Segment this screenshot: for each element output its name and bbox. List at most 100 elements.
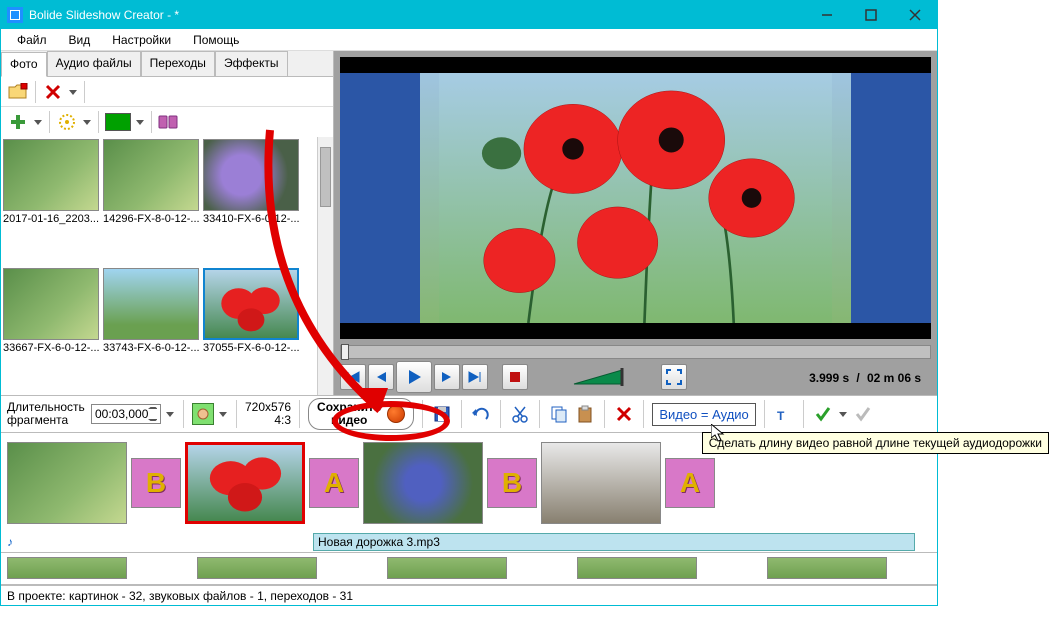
thumb-item[interactable]: 33743-FX-6-0-12-... (103, 268, 199, 393)
effect-icon[interactable] (56, 111, 78, 133)
separator (35, 81, 36, 103)
effect-dropdown[interactable] (82, 118, 92, 126)
tab-transitions[interactable]: Переходы (141, 51, 215, 76)
thumb-caption: 33743-FX-6-0-12-... (103, 340, 199, 354)
separator (803, 400, 804, 428)
clip[interactable] (7, 442, 127, 524)
separator (98, 111, 99, 133)
add-icon[interactable] (7, 111, 29, 133)
media-tabs: Фото Аудио файлы Переходы Эффекты (1, 51, 333, 77)
copy-icon[interactable] (548, 403, 570, 425)
scrollbar[interactable] (317, 137, 333, 395)
transition[interactable]: B (487, 458, 537, 508)
preview-canvas (340, 57, 931, 339)
tab-photo[interactable]: Фото (1, 52, 47, 77)
clip-partial[interactable] (577, 557, 697, 579)
thumb-caption: 14296-FX-8-0-12-... (103, 211, 199, 225)
thumbnail-list: 2017-01-16_2203... 14296-FX-8-0-12-... 3… (1, 137, 333, 395)
time-display: 3.999 s / 02 m 06 s (809, 370, 931, 385)
tab-effects[interactable]: Эффекты (215, 51, 288, 76)
separator (764, 400, 765, 428)
duration-input[interactable]: 00:03,000 (91, 404, 161, 424)
open-folder-icon[interactable] (7, 81, 29, 103)
prev-frame-button[interactable] (368, 364, 394, 390)
video-equals-audio-button[interactable]: Видео = Аудио (652, 403, 755, 426)
stop-button[interactable] (502, 364, 528, 390)
transition[interactable]: A (665, 458, 715, 508)
separator (151, 111, 152, 133)
thumb-caption: 33667-FX-6-0-12-... (3, 340, 99, 354)
add-dropdown[interactable] (33, 118, 43, 126)
thumb-item[interactable]: 14296-FX-8-0-12-... (103, 139, 199, 264)
statusbar: В проекте: картинок - 32, звуковых файло… (1, 585, 937, 605)
save-video-button[interactable]: Сохранить видео (308, 398, 414, 430)
thumb-item[interactable]: 33410-FX-6-0-12-... (203, 139, 299, 264)
cursor-icon (711, 424, 727, 447)
thumb-item[interactable]: 33667-FX-6-0-12-... (3, 268, 99, 393)
clip-partial[interactable] (7, 557, 127, 579)
menu-view[interactable]: Вид (69, 33, 91, 47)
thumb-item-selected[interactable]: 37055-FX-6-0-12-... (203, 268, 299, 393)
next-frame-button[interactable] (434, 364, 460, 390)
media-toolbar-2 (1, 107, 333, 137)
media-panel: Фото Аудио файлы Переходы Эффекты (1, 51, 334, 395)
duration-dropdown[interactable] (165, 410, 175, 418)
goto-start-button[interactable] (340, 364, 366, 390)
cut-icon[interactable] (509, 403, 531, 425)
preview-panel: 3.999 s / 02 m 06 s (334, 51, 937, 395)
fullscreen-button[interactable] (661, 364, 687, 390)
audio-track[interactable]: Новая дорожка 3.mp3 (313, 533, 915, 551)
check-dropdown[interactable] (838, 410, 848, 418)
maximize-button[interactable] (849, 1, 893, 29)
thumb-caption: 33410-FX-6-0-12-... (203, 211, 299, 225)
clip[interactable] (541, 442, 661, 524)
color-swatch[interactable] (105, 113, 131, 131)
separator (84, 81, 85, 103)
delete-icon[interactable] (42, 81, 64, 103)
tab-audio[interactable]: Аудио файлы (47, 51, 141, 76)
slider-thumb[interactable] (341, 344, 349, 360)
menu-help[interactable]: Помощь (193, 33, 239, 47)
text-icon[interactable]: T (773, 403, 795, 425)
minimize-button[interactable] (805, 1, 849, 29)
separator (539, 400, 540, 428)
face-icon[interactable] (192, 403, 214, 425)
clip-selected[interactable] (185, 442, 305, 524)
undo-icon[interactable] (470, 403, 492, 425)
color-dropdown[interactable] (135, 118, 145, 126)
duration-label: Длительность фрагмента (7, 401, 87, 427)
face-dropdown[interactable] (218, 410, 228, 418)
clip[interactable] (363, 442, 483, 524)
separator (604, 400, 605, 428)
film-icon[interactable] (158, 111, 180, 133)
transition[interactable]: B (131, 458, 181, 508)
scrollbar-thumb[interactable] (320, 147, 331, 207)
delete-clip-icon[interactable] (613, 403, 635, 425)
media-toolbar-1 (1, 77, 333, 107)
volume-icon[interactable] (572, 368, 627, 386)
transition[interactable]: A (309, 458, 359, 508)
paste-icon[interactable] (574, 403, 596, 425)
clip-partial[interactable] (197, 557, 317, 579)
menu-settings[interactable]: Настройки (112, 33, 171, 47)
preview-slider[interactable] (340, 345, 931, 359)
tooltip: Сделать длину видео равной длине текущей… (702, 432, 1049, 454)
goto-end-button[interactable] (462, 364, 488, 390)
separator (643, 400, 644, 428)
clip-partial[interactable] (767, 557, 887, 579)
storyboard-overflow (1, 553, 937, 585)
delete-dropdown[interactable] (68, 88, 78, 96)
letterbox (340, 323, 931, 339)
close-button[interactable] (893, 1, 937, 29)
thumb-caption: 2017-01-16_2203... (3, 211, 99, 225)
svg-text:T: T (777, 409, 785, 423)
menu-file[interactable]: Файл (17, 33, 47, 47)
save-disk-icon[interactable] (431, 403, 453, 425)
play-button[interactable] (396, 361, 432, 393)
status-text: В проекте: картинок - 32, звуковых файло… (7, 589, 353, 603)
thumb-item[interactable]: 2017-01-16_2203... (3, 139, 99, 264)
titlebar: Bolide Slideshow Creator - * (1, 1, 937, 29)
separator (183, 400, 184, 428)
check-icon[interactable] (812, 403, 834, 425)
clip-partial[interactable] (387, 557, 507, 579)
